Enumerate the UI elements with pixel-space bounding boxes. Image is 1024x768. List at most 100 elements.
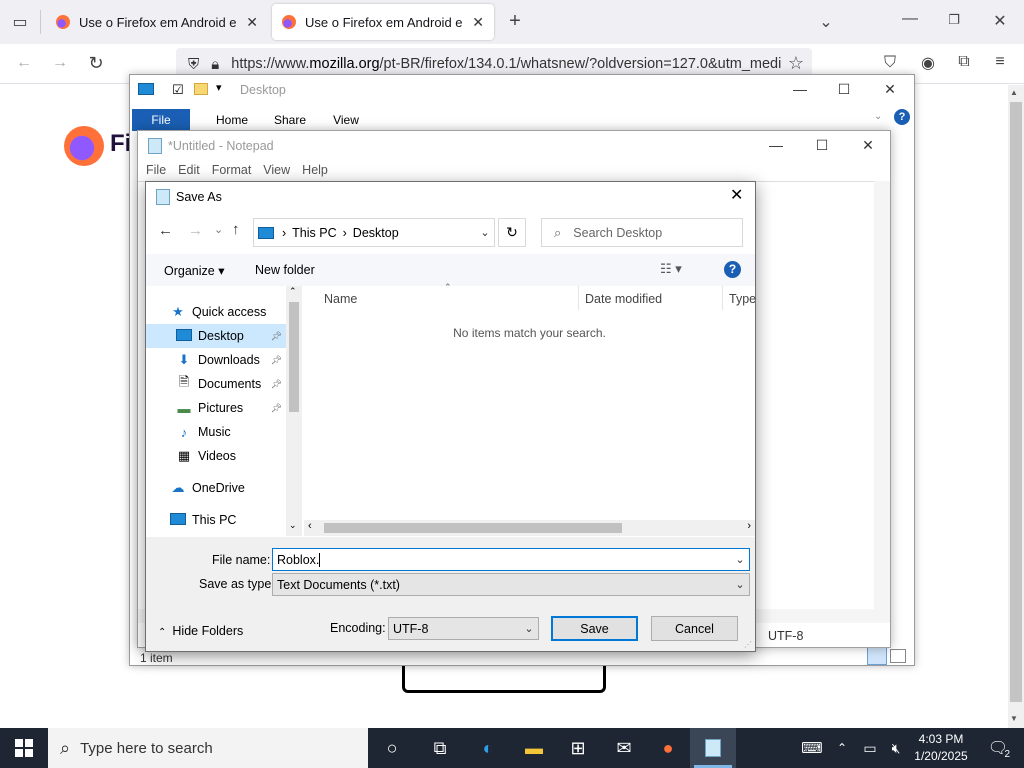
maximize-icon[interactable]: ☐ (802, 137, 842, 154)
back-icon[interactable]: ← (158, 222, 173, 239)
tree-item-documents[interactable]: 🗎 Documents 📌︎ (146, 372, 286, 396)
minimize-icon[interactable]: — (898, 10, 922, 28)
notepad-taskbar-button[interactable] (690, 728, 736, 768)
chevron-down-icon[interactable]: ⌄ (520, 622, 538, 635)
properties-icon[interactable]: ☑ (172, 82, 184, 98)
tree-item-desktop[interactable]: Desktop 📌︎ (146, 324, 286, 348)
pin-icon[interactable]: 📌︎ (271, 355, 282, 366)
close-icon[interactable]: ✕ (730, 185, 743, 205)
breadcrumb[interactable]: › This PC › Desktop ⌄ (253, 218, 495, 247)
save-type-select[interactable]: Text Documents (*.txt) ⌄ (272, 573, 750, 596)
file-explorer-icon[interactable]: ▬ (512, 728, 556, 768)
help-icon[interactable]: ? (724, 261, 741, 278)
keyboard-icon[interactable]: ⌨ (790, 728, 834, 768)
extensions-icon[interactable]: ⧉ (952, 53, 976, 71)
close-window-icon[interactable]: ✕ (988, 11, 1012, 31)
breadcrumb-dropdown-icon[interactable]: ⌄ (476, 226, 494, 239)
menu-help[interactable]: Help (302, 163, 328, 177)
mail-icon[interactable]: ✉ (602, 728, 646, 768)
tree-item-pictures[interactable]: ▬ Pictures 📌︎ (146, 396, 286, 420)
column-date-modified[interactable]: Date modified (585, 292, 662, 306)
show-hidden-icons-icon[interactable]: ⌃ (830, 728, 854, 768)
resize-grip-icon[interactable]: ⋰ (744, 640, 752, 649)
cortana-icon[interactable]: ○ (370, 728, 414, 768)
forward-icon[interactable]: → (188, 222, 203, 239)
pin-icon[interactable]: 📌︎ (271, 403, 282, 414)
lock-icon[interactable]: 🔒︎ (211, 56, 219, 73)
search-input[interactable]: ⌕ Search Desktop (541, 218, 743, 247)
details-view-icon[interactable] (867, 647, 887, 665)
close-tab-icon[interactable]: ✕ (472, 14, 484, 31)
encoding-select[interactable]: UTF-8 ⌄ (388, 617, 539, 640)
page-scrollbar-thumb[interactable] (1010, 102, 1022, 702)
ribbon-share-tab[interactable]: Share (262, 113, 318, 127)
column-type[interactable]: Type (729, 292, 756, 306)
help-icon[interactable]: ? (894, 109, 910, 125)
file-name-input[interactable]: Roblox. ⌄ (272, 548, 750, 571)
account-icon[interactable]: ◉ (916, 53, 940, 73)
refresh-icon[interactable]: ↻ (498, 218, 526, 247)
menu-format[interactable]: Format (212, 163, 252, 177)
reload-icon[interactable]: ↻ (84, 53, 108, 74)
column-divider[interactable] (578, 286, 579, 310)
forward-icon[interactable]: → (48, 54, 72, 72)
start-button[interactable] (2, 728, 46, 768)
restore-icon[interactable]: ❐ (942, 12, 966, 28)
browser-tab-1[interactable]: Use o Firefox em Android e iOS ✕ (46, 4, 268, 40)
nav-scrollbar[interactable]: ⌃ ⌄ (286, 286, 302, 536)
menu-view[interactable]: View (263, 163, 290, 177)
maximize-icon[interactable]: ☐ (824, 81, 864, 98)
scroll-up-icon[interactable]: ▲ (1010, 88, 1018, 97)
volume-muted-icon[interactable]: 🔇︎ (884, 728, 908, 768)
clock[interactable]: 4:03 PM 1/20/2025 (910, 731, 972, 765)
quick-access-dropdown-icon[interactable]: ▾ (216, 81, 222, 94)
chevron-down-icon[interactable]: ⌄ (731, 578, 749, 591)
scroll-down-icon[interactable]: ▼ (1010, 714, 1018, 723)
new-folder-button[interactable]: New folder (255, 263, 315, 277)
breadcrumb-desktop[interactable]: Desktop (353, 226, 399, 240)
pocket-icon[interactable]: ⛉ (878, 54, 902, 72)
close-icon[interactable]: ✕ (848, 137, 888, 154)
list-all-tabs-icon[interactable]: ⌄ (814, 12, 838, 32)
ribbon-view-tab[interactable]: View (318, 113, 374, 127)
menu-icon[interactable]: ≡ (988, 53, 1012, 71)
large-icons-view-icon[interactable] (890, 649, 906, 663)
notifications-icon[interactable]: 🗨︎ 2 (978, 728, 1018, 768)
menu-edit[interactable]: Edit (178, 163, 200, 177)
up-folder-icon[interactable]: ↑ (232, 221, 240, 238)
scroll-up-icon[interactable]: ⌃ (289, 286, 297, 297)
nav-scrollbar-thumb[interactable] (289, 302, 299, 412)
list-hscrollbar[interactable]: ‹ › (304, 520, 755, 536)
expand-ribbon-icon[interactable]: ⌄ (874, 111, 882, 122)
taskbar-search[interactable]: ⌕ Type here to search (48, 728, 368, 768)
column-divider[interactable] (722, 286, 723, 310)
scroll-down-icon[interactable]: ⌄ (289, 520, 297, 531)
save-button[interactable]: Save (551, 616, 638, 641)
recent-locations-icon[interactable]: ⌄ (214, 223, 223, 236)
view-options-icon[interactable]: ☷ ▾ (660, 261, 682, 277)
network-icon[interactable]: ▭ (858, 728, 882, 768)
cancel-button[interactable]: Cancel (651, 616, 738, 641)
file-name-dropdown-icon[interactable]: ⌄ (731, 553, 749, 566)
tab-list-icon[interactable]: ▭ (8, 12, 32, 32)
file-list[interactable]: ⌃ Name Date modified Type No items match… (304, 282, 756, 536)
close-icon[interactable]: ✕ (870, 81, 910, 98)
ribbon-file-tab[interactable]: File (132, 109, 190, 131)
organize-button[interactable]: Organize ▾ (164, 263, 224, 278)
folder-icon[interactable] (194, 83, 208, 95)
menu-file[interactable]: File (146, 163, 166, 177)
close-tab-icon[interactable]: ✕ (246, 14, 258, 31)
list-hscrollbar-thumb[interactable] (324, 523, 622, 533)
tracking-protection-icon[interactable]: ⛨ (188, 56, 199, 73)
edge-icon[interactable]: ◐ (466, 728, 510, 768)
minimize-icon[interactable]: — (780, 81, 820, 97)
browser-tab-2[interactable]: Use o Firefox em Android e iOS ✕ (272, 4, 494, 40)
firefox-icon[interactable]: ● (646, 728, 690, 768)
pin-icon[interactable]: 📌︎ (271, 331, 282, 342)
bookmark-star-icon[interactable]: ☆ (784, 53, 808, 74)
breadcrumb-this-pc[interactable]: This PC (292, 226, 336, 240)
notepad-vscrollbar[interactable] (874, 181, 890, 613)
store-icon[interactable]: ⊞ (556, 728, 600, 768)
pin-icon[interactable]: 📌︎ (271, 379, 282, 390)
scroll-right-icon[interactable]: › (747, 520, 751, 532)
